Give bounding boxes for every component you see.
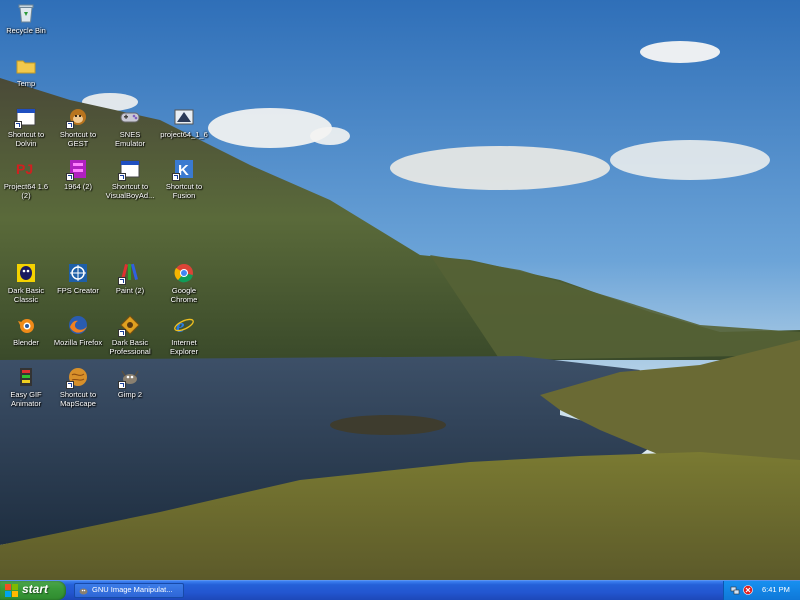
recycle-bin-icon bbox=[15, 2, 37, 24]
desktop-icon-temp[interactable]: Temp bbox=[0, 55, 52, 88]
desktop-icon-label: Shortcut to MapScape bbox=[59, 390, 97, 408]
dark-basic-icon bbox=[15, 262, 37, 284]
desktop-icon-visualboy[interactable]: Shortcut to VisualBoyAd... bbox=[104, 158, 156, 200]
desktop-icon-internet-explorer[interactable]: e Internet Explorer bbox=[158, 314, 210, 356]
network-icon[interactable] bbox=[730, 585, 740, 595]
desktop-icon-label: Shortcut to Dolvin bbox=[7, 130, 45, 148]
window-app-icon bbox=[14, 106, 37, 129]
fps-creator-icon bbox=[67, 262, 89, 284]
desktop[interactable]: Recycle Bin Temp Shortcut to Dolvin Shor… bbox=[0, 0, 800, 580]
desktop-icon-label: Dark Basic Classic bbox=[7, 286, 45, 304]
start-button[interactable]: start bbox=[0, 581, 66, 600]
shortcut-arrow-icon bbox=[118, 381, 126, 389]
shortcut-arrow-icon bbox=[14, 121, 22, 129]
desktop-icon-label: Gimp 2 bbox=[117, 390, 143, 399]
windows-logo-icon bbox=[5, 584, 18, 597]
desktop-icon-label: Internet Explorer bbox=[170, 338, 198, 356]
gif-animator-icon bbox=[15, 366, 37, 388]
desktop-icon-label: SNES Emulator bbox=[114, 130, 145, 148]
taskbar-button-label: GNU Image Manipulat... bbox=[92, 585, 173, 594]
desktop-icon-gest[interactable]: Shortcut to GEST bbox=[52, 106, 104, 148]
internet-explorer-icon: e bbox=[173, 314, 195, 336]
desktop-icon-paint[interactable]: Paint (2) bbox=[104, 262, 156, 295]
shortcut-arrow-icon bbox=[66, 381, 74, 389]
desktop-icon-project64-2[interactable]: PJ Project64 1.6 (2) bbox=[0, 158, 52, 200]
taskbar-button-gimp[interactable]: GNU Image Manipulat... bbox=[74, 583, 184, 598]
desktop-icon-mapscape[interactable]: Shortcut to MapScape bbox=[52, 366, 104, 408]
gimp-icon bbox=[79, 588, 88, 595]
desktop-icon-google-chrome[interactable]: Google Chrome bbox=[158, 262, 210, 304]
desktop-icon-project64[interactable]: project64_1_6 bbox=[158, 106, 210, 139]
dark-basic-pro-icon bbox=[118, 314, 141, 337]
svg-text:PJ: PJ bbox=[16, 161, 33, 177]
mapscape-icon bbox=[66, 366, 89, 389]
gimp-icon bbox=[118, 366, 141, 389]
desktop-icon-label: Project64 1.6 (2) bbox=[3, 182, 49, 200]
desktop-icon-dolvin[interactable]: Shortcut to Dolvin bbox=[0, 106, 52, 148]
desktop-icon-label: 1964 (2) bbox=[64, 182, 92, 191]
desktop-icon-recycle-bin[interactable]: Recycle Bin bbox=[0, 2, 52, 35]
desktop-icon-dark-basic-classic[interactable]: Dark Basic Classic bbox=[0, 262, 52, 304]
pj-logo-icon: PJ bbox=[15, 158, 37, 180]
desktop-icon-label: Blender bbox=[13, 338, 39, 347]
desktop-icon-fusion[interactable]: K Shortcut to Fusion bbox=[158, 158, 210, 200]
shortcut-arrow-icon bbox=[118, 277, 126, 285]
desktop-icon-label: Temp bbox=[16, 79, 36, 88]
project64-icon bbox=[173, 106, 195, 128]
shortcut-arrow-icon bbox=[172, 173, 180, 181]
desktop-icon-easy-gif[interactable]: Easy GIF Animator bbox=[0, 366, 52, 408]
folder-icon bbox=[15, 55, 37, 77]
desktop-icon-label: Shortcut to VisualBoyAd... bbox=[105, 182, 155, 200]
desktop-icon-label: Recycle Bin bbox=[6, 26, 46, 35]
monkey-icon bbox=[66, 106, 89, 129]
desktop-icon-blender[interactable]: Blender bbox=[0, 314, 52, 347]
desktop-icon-label: Easy GIF Animator bbox=[10, 390, 42, 408]
shortcut-arrow-icon bbox=[66, 173, 74, 181]
desktop-icon-fps-creator[interactable]: FPS Creator bbox=[52, 262, 104, 295]
blender-icon bbox=[15, 314, 37, 336]
desktop-icon-label: Google Chrome bbox=[170, 286, 198, 304]
firefox-icon bbox=[67, 314, 89, 336]
emulator-1964-icon bbox=[66, 158, 89, 181]
desktop-icon-label: Shortcut to Fusion bbox=[165, 182, 203, 200]
desktop-icon-label: Dark Basic Professional bbox=[109, 338, 151, 356]
svg-text:e: e bbox=[176, 316, 185, 336]
desktop-icon-gimp[interactable]: Gimp 2 bbox=[104, 366, 156, 399]
desktop-icon-label: Shortcut to GEST bbox=[59, 130, 97, 148]
shortcut-arrow-icon bbox=[118, 329, 126, 337]
start-label: start bbox=[22, 582, 49, 596]
desktop-icon-dark-basic-pro[interactable]: Dark Basic Professional bbox=[104, 314, 156, 356]
shortcut-arrow-icon bbox=[66, 121, 74, 129]
fusion-k-icon: K bbox=[172, 158, 195, 181]
desktop-icon-label: FPS Creator bbox=[57, 286, 99, 295]
taskbar: start GNU Image Manipulat... 6:41 PM bbox=[0, 580, 800, 600]
desktop-icon-snes-emulator[interactable]: SNES Emulator bbox=[104, 106, 156, 148]
desktop-icon-label: Paint (2) bbox=[115, 286, 145, 295]
desktop-icon-1964[interactable]: 1964 (2) bbox=[52, 158, 104, 191]
shortcut-arrow-icon bbox=[118, 173, 126, 181]
paint-icon bbox=[118, 262, 141, 285]
security-alert-icon[interactable] bbox=[743, 585, 753, 595]
system-tray: 6:41 PM bbox=[723, 581, 800, 600]
desktop-icon-label: Mozilla Firefox bbox=[53, 338, 103, 347]
desktop-icon-label: project64_1_6 bbox=[160, 130, 208, 139]
window-app-icon bbox=[118, 158, 141, 181]
clock: 6:41 PM bbox=[762, 585, 790, 594]
chrome-icon bbox=[173, 262, 195, 284]
desktop-icon-firefox[interactable]: Mozilla Firefox bbox=[52, 314, 104, 347]
snes-controller-icon bbox=[119, 106, 141, 128]
